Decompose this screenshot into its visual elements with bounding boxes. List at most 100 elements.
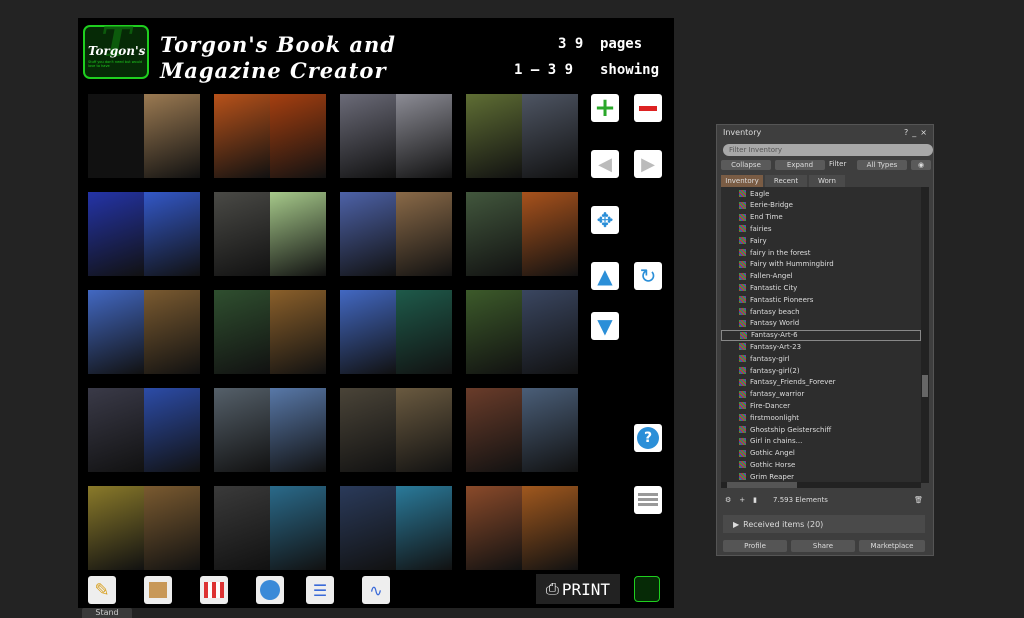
list-item[interactable]: fantasy_warrior xyxy=(739,389,804,400)
book-thumbnail[interactable] xyxy=(466,192,578,276)
prev-page-button[interactable]: ◀ xyxy=(591,150,619,178)
list-item[interactable]: Fire-Dancer xyxy=(739,400,790,411)
book-thumbnail[interactable] xyxy=(466,388,578,472)
move-down-button[interactable]: ▼ xyxy=(591,312,619,340)
item-label: Fantastic Pioneers xyxy=(750,295,814,304)
received-items-panel[interactable]: ▶ Received items (20) xyxy=(723,515,925,533)
remove-page-button[interactable] xyxy=(634,94,662,122)
list-item[interactable]: Fairy with Hummingbird xyxy=(739,259,834,270)
add-page-button[interactable]: + xyxy=(591,94,619,122)
help-button[interactable]: ? xyxy=(634,424,662,452)
page-image-right xyxy=(522,388,578,472)
print-button[interactable]: ⎙ PRINT xyxy=(536,574,620,604)
book-thumbnail[interactable] xyxy=(340,388,452,472)
list-item[interactable]: firstmoonlight xyxy=(739,412,799,423)
list-item[interactable]: Girl in chains... xyxy=(739,436,802,447)
collapse-button[interactable]: Collapse xyxy=(721,160,771,170)
close-icon[interactable]: × xyxy=(920,128,927,137)
list-item[interactable]: fairies xyxy=(739,223,771,234)
book-thumbnail[interactable] xyxy=(214,486,326,570)
stand-button[interactable]: Stand xyxy=(82,608,132,618)
tool-globe-button[interactable] xyxy=(256,576,284,604)
book-thumbnail[interactable] xyxy=(214,94,326,178)
item-label: Gothic Angel xyxy=(750,449,795,458)
item-label: Eerie-Bridge xyxy=(750,201,793,210)
marketplace-button[interactable]: Marketplace xyxy=(859,540,925,552)
book-thumbnail[interactable] xyxy=(88,486,200,570)
book-thumbnail[interactable] xyxy=(214,388,326,472)
list-item[interactable]: fairy in the forest xyxy=(739,247,810,258)
trash-folder-icon[interactable]: ▮ xyxy=(753,496,757,504)
book-thumbnail[interactable] xyxy=(340,486,452,570)
list-item[interactable]: End Time xyxy=(739,212,783,223)
book-thumbnail[interactable] xyxy=(340,192,452,276)
list-item[interactable]: fantasy-girl xyxy=(739,353,790,364)
minimize-icon[interactable]: _ xyxy=(912,128,916,137)
torgon-logo[interactable]: T Torgon's Stuff you don't need but woul… xyxy=(82,19,150,80)
page-image-left xyxy=(466,388,522,472)
filter-input[interactable]: Filter Inventory xyxy=(723,144,933,156)
list-item[interactable]: Fairy xyxy=(739,235,767,246)
expand-view-button[interactable]: ✥ xyxy=(591,206,619,234)
scroll-thumb[interactable] xyxy=(922,375,928,397)
book-thumbnail[interactable] xyxy=(88,94,200,178)
list-item[interactable]: Grim Reaper xyxy=(739,471,794,482)
list-item[interactable]: fantasy-girl(2) xyxy=(739,365,800,376)
gear-icon[interactable]: ⚙ xyxy=(725,496,731,504)
list-item[interactable]: Gothic Horse xyxy=(739,459,795,470)
list-item[interactable]: Eerie-Bridge xyxy=(739,200,793,211)
item-label: fantasy-girl xyxy=(750,354,790,363)
filter-type-select[interactable]: All Types xyxy=(857,160,907,170)
title-line-2: Magazine Creator xyxy=(160,58,387,83)
list-item[interactable]: Fantasy-Art-23 xyxy=(739,341,801,352)
inventory-titlebar[interactable]: Inventory ? _ × xyxy=(717,125,933,139)
move-up-button[interactable]: ▲ xyxy=(591,262,619,290)
list-item[interactable]: Fantasy_Friends_Forever xyxy=(739,377,836,388)
horizontal-scrollbar[interactable] xyxy=(721,482,921,488)
book-thumbnail[interactable] xyxy=(340,94,452,178)
help-icon[interactable]: ? xyxy=(904,128,908,137)
book-thumbnail[interactable] xyxy=(214,290,326,374)
tab-recent[interactable]: Recent xyxy=(765,175,807,187)
list-item[interactable]: Fallen-Angel xyxy=(739,271,793,282)
book-thumbnail[interactable] xyxy=(466,290,578,374)
list-item[interactable]: Fantastic Pioneers xyxy=(739,294,813,305)
tool-pencil-button[interactable]: ✎ xyxy=(88,576,116,604)
tool-pulse-button[interactable]: ∿ xyxy=(362,576,390,604)
expand-arrows-icon: ✥ xyxy=(596,208,614,232)
tab-inventory[interactable]: Inventory xyxy=(721,175,763,187)
list-item[interactable]: fantasy beach xyxy=(739,306,800,317)
page-image-right xyxy=(522,290,578,374)
book-thumbnail[interactable] xyxy=(340,290,452,374)
tool-list-button[interactable]: ☰ xyxy=(306,576,334,604)
book-thumbnail[interactable] xyxy=(88,290,200,374)
share-button[interactable]: Share xyxy=(791,540,855,552)
list-item[interactable]: Fantasy-Art-6 xyxy=(721,329,921,341)
trash-icon[interactable]: 🗑 xyxy=(914,496,923,504)
vertical-scrollbar[interactable] xyxy=(921,187,929,483)
book-thumbnail[interactable] xyxy=(466,486,578,570)
next-page-button[interactable]: ▶ xyxy=(634,150,662,178)
tool-shop-button[interactable] xyxy=(200,576,228,604)
showing-label: showing xyxy=(600,62,660,78)
add-icon[interactable]: + xyxy=(739,496,745,504)
tool-box-button[interactable] xyxy=(144,576,172,604)
book-thumbnail[interactable] xyxy=(88,388,200,472)
hscroll-thumb[interactable] xyxy=(727,482,797,488)
list-item[interactable]: Ghostship Geisterschiff xyxy=(739,424,831,435)
book-thumbnail[interactable] xyxy=(214,192,326,276)
landmark-icon xyxy=(739,190,746,197)
expand-button[interactable]: Expand xyxy=(775,160,825,170)
book-thumbnail[interactable] xyxy=(88,192,200,276)
list-item[interactable]: Fantasy World xyxy=(739,318,799,329)
book-thumbnail[interactable] xyxy=(466,94,578,178)
profile-button[interactable]: Profile xyxy=(723,540,787,552)
list-item[interactable]: Fantastic City xyxy=(739,282,797,293)
list-item[interactable]: Gothic Angel xyxy=(739,448,795,459)
refresh-button[interactable]: ↻ xyxy=(634,262,662,290)
settings-list-button[interactable] xyxy=(634,486,662,514)
tab-worn[interactable]: Worn xyxy=(809,175,845,187)
eye-icon[interactable]: ◉ xyxy=(911,160,931,170)
list-item[interactable]: Eagle xyxy=(739,188,769,199)
landmark-icon xyxy=(739,213,746,221)
